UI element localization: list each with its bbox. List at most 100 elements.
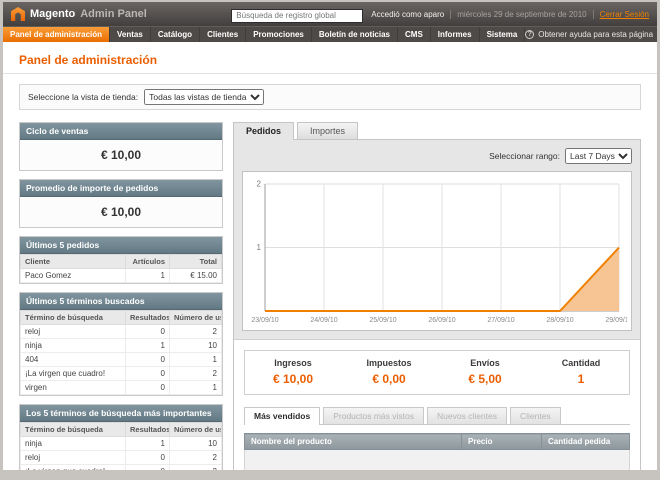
nav-item-ventas[interactable]: Ventas bbox=[110, 27, 151, 42]
search-term: ninja bbox=[21, 437, 126, 451]
search-term-row[interactable]: ninja 1 10 bbox=[21, 339, 222, 353]
orders-chart: 1223/09/1024/09/1025/09/1026/09/1027/09/… bbox=[247, 176, 627, 326]
page-title: Panel de administración bbox=[19, 46, 641, 73]
search-results: 0 bbox=[126, 367, 170, 381]
order-row[interactable]: Paco Gomez 1 € 15.00 bbox=[21, 269, 222, 283]
search-results: 0 bbox=[126, 381, 170, 395]
search-term: ¡La virgen que cuadro! bbox=[21, 367, 126, 381]
tab-clientes[interactable]: Clientes bbox=[510, 407, 561, 424]
product-tabs: Más vendidos Productos más vistos Nuevos… bbox=[244, 407, 630, 425]
tab-nuevos-clientes[interactable]: Nuevos clientes bbox=[427, 407, 507, 424]
nav-item-label: Catálogo bbox=[158, 30, 192, 39]
dashboard-sidebar: Ciclo de ventas € 10,00 Promedio de impo… bbox=[19, 122, 223, 470]
stat-value: € 0,00 bbox=[341, 372, 437, 386]
search-results: 1 bbox=[126, 339, 170, 353]
search-term: ¡La virgen que cuadro! bbox=[21, 465, 126, 471]
tab-productos-mas-vistos[interactable]: Productos más vistos bbox=[323, 407, 424, 424]
order-items: 1 bbox=[126, 269, 170, 283]
products-table: Nombre del producto Precio Cantidad pedi… bbox=[244, 433, 630, 450]
search-term-row[interactable]: ¡La virgen que cuadro! 0 2 bbox=[21, 367, 222, 381]
last-search-terms-table: Término de búsqueda Resultados Número de… bbox=[20, 310, 222, 395]
chart-tabs: Pedidos Importes bbox=[233, 122, 641, 139]
svg-text:23/09/10: 23/09/10 bbox=[251, 317, 278, 324]
search-results: 0 bbox=[126, 325, 170, 339]
nav-item-label: Ventas bbox=[117, 30, 143, 39]
nav-item-cms[interactable]: CMS bbox=[398, 27, 431, 42]
svg-text:28/09/10: 28/09/10 bbox=[546, 317, 573, 324]
header-user-info: Accedió como aparo miércoles 29 de septi… bbox=[371, 10, 649, 19]
search-term: 404 bbox=[21, 353, 126, 367]
search-term: reloj bbox=[21, 451, 126, 465]
brand-name: Magento bbox=[30, 8, 75, 20]
tab-pedidos[interactable]: Pedidos bbox=[233, 122, 294, 140]
global-search-input[interactable] bbox=[231, 9, 363, 23]
stat-label: Impuestos bbox=[341, 358, 437, 368]
column-header: Número de usos bbox=[170, 311, 222, 325]
search-term-row[interactable]: 404 0 1 bbox=[21, 353, 222, 367]
order-total: € 15.00 bbox=[170, 269, 222, 283]
column-header: Cantidad pedida bbox=[542, 434, 630, 450]
lifetime-sales-value: € 10,00 bbox=[20, 140, 222, 170]
order-customer: Paco Gomez bbox=[21, 269, 126, 283]
tab-importes[interactable]: Importes bbox=[297, 122, 358, 139]
stat-label: Cantidad bbox=[533, 358, 629, 368]
store-view-select[interactable]: Todas las vistas de tienda bbox=[144, 89, 264, 105]
search-uses: 2 bbox=[170, 325, 222, 339]
store-view-label: Seleccione la vista de tienda: bbox=[28, 92, 138, 102]
magento-logo-icon bbox=[11, 7, 25, 21]
divider bbox=[3, 73, 657, 74]
search-results: 0 bbox=[126, 353, 170, 367]
search-term-row[interactable]: ninja 1 10 bbox=[21, 437, 222, 451]
svg-text:1: 1 bbox=[257, 243, 262, 252]
brand-suffix: Admin Panel bbox=[80, 8, 147, 20]
search-term-row[interactable]: reloj 0 2 bbox=[21, 325, 222, 339]
nav-item-clientes[interactable]: Clientes bbox=[200, 27, 246, 42]
column-header: Artículos bbox=[126, 255, 170, 269]
search-term-row[interactable]: ¡La virgen que cuadro! 0 2 bbox=[21, 465, 222, 471]
column-header: Cliente bbox=[21, 255, 126, 269]
logout-link[interactable]: Cerrar Sesión bbox=[600, 10, 649, 19]
magento-logo[interactable]: Magento Admin Panel bbox=[11, 7, 147, 21]
orders-chart-container: 1223/09/1024/09/1025/09/1026/09/1027/09/… bbox=[242, 171, 632, 331]
separator bbox=[593, 10, 594, 19]
stat-label: Ingresos bbox=[245, 358, 341, 368]
nav-item-label: Panel de administración bbox=[10, 30, 102, 39]
search-results: 0 bbox=[126, 465, 170, 471]
panel-title: Últimos 5 términos buscados bbox=[20, 293, 222, 310]
stat-value: € 10,00 bbox=[245, 372, 341, 386]
help-link[interactable]: ? Obtener ayuda para esta página bbox=[525, 27, 653, 42]
average-orders-value: € 10,00 bbox=[20, 197, 222, 227]
average-orders-panel: Promedio de importe de pedidos € 10,00 bbox=[19, 179, 223, 228]
stat-value: € 5,00 bbox=[437, 372, 533, 386]
range-selector-row: Seleccionar rango: Last 7 Days bbox=[242, 148, 632, 171]
search-uses: 2 bbox=[170, 465, 222, 471]
nav-item-catalogo[interactable]: Catálogo bbox=[151, 27, 200, 42]
nav-item-informes[interactable]: Informes bbox=[431, 27, 480, 42]
last-orders-table: Cliente Artículos Total Paco Gomez 1 € 1… bbox=[20, 254, 222, 283]
stat-ingresos: Ingresos € 10,00 bbox=[245, 358, 341, 386]
help-icon: ? bbox=[525, 30, 534, 39]
panel-title: Ciclo de ventas bbox=[20, 123, 222, 140]
search-term: virgen bbox=[21, 381, 126, 395]
main-nav: Panel de administración Ventas Catálogo … bbox=[3, 26, 657, 42]
svg-text:25/09/10: 25/09/10 bbox=[369, 317, 396, 324]
nav-item-boletin[interactable]: Boletín de noticias bbox=[312, 27, 398, 42]
search-term-row[interactable]: reloj 0 2 bbox=[21, 451, 222, 465]
range-select[interactable]: Last 7 Days bbox=[565, 148, 632, 164]
lifetime-sales-panel: Ciclo de ventas € 10,00 bbox=[19, 122, 223, 171]
panel-title: Los 5 términos de búsqueda más important… bbox=[20, 405, 222, 422]
search-uses: 10 bbox=[170, 339, 222, 353]
nav-item-sistema[interactable]: Sistema bbox=[480, 27, 526, 42]
column-header: Número de usos bbox=[170, 423, 222, 437]
tab-mas-vendidos[interactable]: Más vendidos bbox=[244, 407, 320, 425]
global-search bbox=[231, 5, 363, 23]
top-header: Magento Admin Panel Accedió como aparo m… bbox=[3, 2, 657, 26]
nav-item-panel-administracion[interactable]: Panel de administración bbox=[3, 27, 110, 42]
stat-cantidad: Cantidad 1 bbox=[533, 358, 629, 386]
nav-item-promociones[interactable]: Promociones bbox=[246, 27, 312, 42]
search-uses: 1 bbox=[170, 381, 222, 395]
search-term: ninja bbox=[21, 339, 126, 353]
svg-text:29/09/10: 29/09/10 bbox=[605, 317, 627, 324]
search-uses: 2 bbox=[170, 451, 222, 465]
search-term-row[interactable]: virgen 0 1 bbox=[21, 381, 222, 395]
